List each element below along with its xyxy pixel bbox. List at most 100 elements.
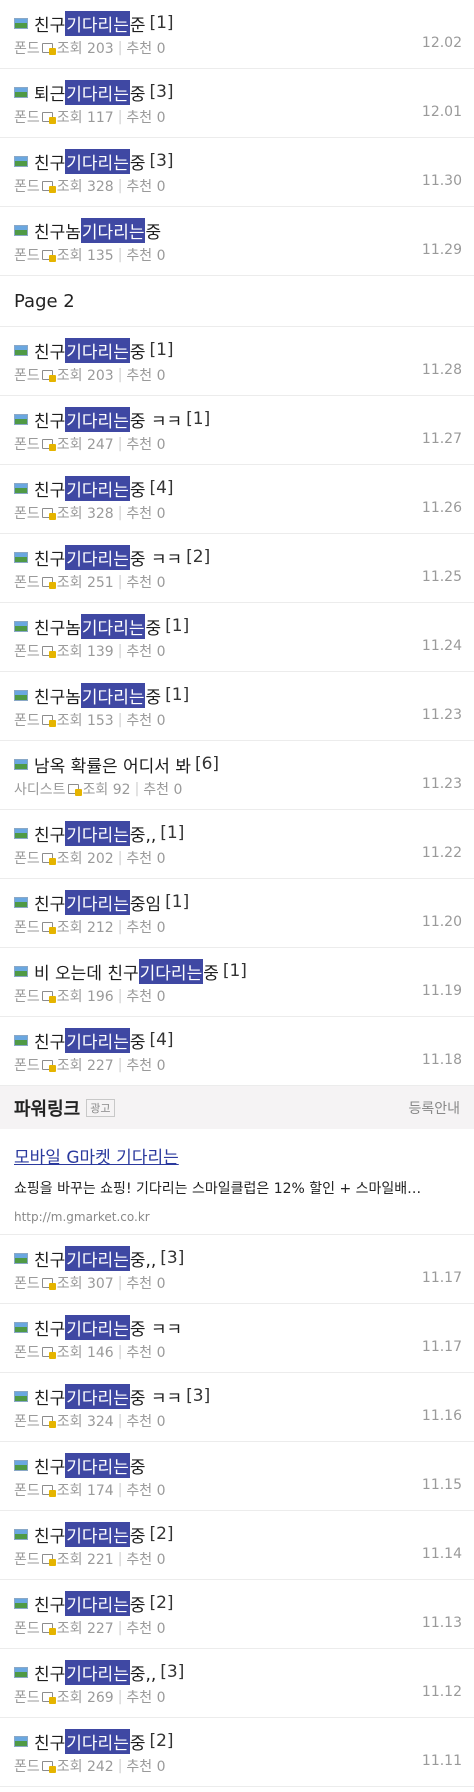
list-item[interactable]: 친구놈 기다리는 중 폰드 조회 135 | 추천 0 11.29 — [0, 207, 474, 276]
ad-title-link[interactable]: 모바일 G마켓 기다리는 — [14, 1143, 460, 1168]
post-title[interactable]: 친구 기다리는 중 [4] — [14, 1026, 460, 1054]
view-count: 조회 153 — [56, 713, 114, 729]
list-item[interactable]: 친구 기다리는 중 [1] 폰드 조회 203 | 추천 0 11.28 — [0, 327, 474, 396]
title-suffix: 중 ㅋㅋ — [129, 1319, 183, 1340]
post-title[interactable]: 친구 기다리는 중 [4] — [14, 474, 460, 502]
post-title[interactable]: 친구 기다리는 중 [2] — [14, 1589, 460, 1617]
list-item[interactable]: 친구 기다리는 중임 [1] 폰드 조회 212 | 추천 0 11.20 — [0, 879, 474, 948]
author-name: 폰드 — [14, 368, 40, 384]
author-name: 폰드 — [14, 1058, 40, 1074]
image-attachment-icon — [14, 1597, 28, 1609]
image-attachment-icon — [14, 1459, 28, 1471]
search-highlight: 기다리는 — [80, 682, 146, 708]
post-title[interactable]: 친구 기다리는 중,, [3] — [14, 1244, 460, 1272]
meta-divider: | — [117, 1758, 123, 1774]
list-item[interactable]: 남옥 확률은 어디서 봐 [6] 사디스트 조회 92 | 추천 0 11.23 — [0, 741, 474, 810]
register-info-link[interactable]: 등록안내 — [408, 1098, 460, 1118]
meta-divider: | — [117, 1275, 123, 1291]
search-highlight: 기다리는 — [138, 958, 204, 984]
post-title[interactable]: 친구놈 기다리는 중 [1] — [14, 612, 460, 640]
powerlink-ad[interactable]: 모바일 G마켓 기다리는 쇼핑을 바꾸는 쇼핑! 기다리는 스마일클럽은 12%… — [0, 1129, 474, 1235]
post-meta: 폰드 조회 117 | 추천 0 — [14, 106, 460, 128]
post-title[interactable]: 친구놈 기다리는 중 — [14, 216, 460, 244]
meta-divider: | — [134, 781, 140, 797]
meta-divider: | — [117, 505, 123, 521]
post-title[interactable]: 친구 기다리는 중,, [3] — [14, 1658, 460, 1686]
comment-count: [3] — [186, 1386, 211, 1406]
post-title[interactable]: 친구 기다리는 중,, [1] — [14, 819, 460, 847]
list-item[interactable]: 친구놈 기다리는 중 [1] 폰드 조회 153 | 추천 0 11.23 — [0, 672, 474, 741]
member-level-icon — [41, 1278, 56, 1290]
post-title[interactable]: 친구 기다리는 중임 [1] — [14, 888, 460, 916]
image-attachment-icon — [14, 551, 28, 563]
post-date: 11.17 — [421, 1339, 462, 1355]
list-item[interactable]: 친구 기다리는 중 폰드 조회 174 | 추천 0 11.15 — [0, 1442, 474, 1511]
post-title[interactable]: 친구 기다리는 중 [2] — [14, 1520, 460, 1548]
recommend-count: 추천 0 — [126, 989, 166, 1005]
post-title[interactable]: 친구 기다리는 중 [2] — [14, 1727, 460, 1755]
list-item[interactable]: 친구 기다리는 중,, [3] 폰드 조회 269 | 추천 0 11.12 — [0, 1649, 474, 1718]
comment-count: [3] — [149, 151, 174, 171]
list-item[interactable]: 친구 기다리는 중,, [3] 폰드 조회 307 | 추천 0 11.17 — [0, 1235, 474, 1304]
post-title[interactable]: 친구 기다리는 중 [1] — [14, 336, 460, 364]
list-item[interactable]: 친구놈 기다리는 중 [1] 폰드 조회 139 | 추천 0 11.24 — [0, 603, 474, 672]
list-item[interactable]: 친구 기다리는 중 ㅋㅋ 폰드 조회 146 | 추천 0 11.17 — [0, 1304, 474, 1373]
title-text: 친구 — [34, 153, 66, 174]
post-title[interactable]: 남옥 확률은 어디서 봐 [6] — [14, 750, 460, 778]
post-title[interactable]: 친구 기다리는 준 [1] — [14, 9, 460, 37]
author-name: 폰드 — [14, 851, 40, 867]
list-item[interactable]: 친구 기다리는 중 [4] 폰드 조회 227 | 추천 0 11.18 — [0, 1017, 474, 1086]
member-level-icon — [41, 646, 56, 658]
post-title[interactable]: 친구 기다리는 중 ㅋㅋ [1] — [14, 405, 460, 433]
post-title[interactable]: 친구 기다리는 중 ㅋㅋ [2] — [14, 543, 460, 571]
post-title[interactable]: 친구 기다리는 중 — [14, 1451, 460, 1479]
search-highlight: 기다리는 — [65, 1027, 130, 1053]
view-count: 조회 135 — [56, 248, 114, 264]
post-meta: 폰드 조회 146 | 추천 0 — [14, 1341, 460, 1363]
post-title[interactable]: 친구 기다리는 중 [3] — [14, 147, 460, 175]
post-date: 11.28 — [421, 362, 462, 378]
list-item[interactable]: 친구 기다리는 중 [2] 폰드 조회 227 | 추천 0 11.13 — [0, 1580, 474, 1649]
author-name: 폰드 — [14, 1276, 40, 1292]
title-suffix: 중임 — [129, 894, 162, 915]
post-meta: 폰드 조회 242 | 추천 0 — [14, 1755, 460, 1777]
post-meta: 폰드 조회 324 | 추천 0 — [14, 1410, 460, 1432]
list-item[interactable]: 친구 기다리는 중 [2] 폰드 조회 242 | 추천 0 11.11 — [0, 1718, 474, 1787]
recommend-count: 추천 0 — [126, 713, 166, 729]
author-name: 폰드 — [14, 248, 40, 264]
author-name: 폰드 — [14, 41, 40, 57]
list-item[interactable]: 친구 기다리는 중 ㅋㅋ [1] 폰드 조회 247 | 추천 0 11.27 — [0, 396, 474, 465]
author-name: 폰드 — [14, 1621, 40, 1637]
title-text: 친구 — [34, 549, 66, 570]
title-text: 친구 — [34, 894, 66, 915]
post-meta: 폰드 조회 227 | 추천 0 — [14, 1617, 460, 1639]
recommend-count: 추천 0 — [126, 1621, 166, 1637]
post-meta: 폰드 조회 221 | 추천 0 — [14, 1548, 460, 1570]
title-text: 친구 — [34, 1457, 66, 1478]
title-suffix: 중 — [129, 153, 146, 174]
powerlink-title-wrap: 파워링크 광고 — [14, 1095, 115, 1121]
meta-divider: | — [117, 367, 123, 383]
list-item[interactable]: 친구 기다리는 중 [2] 폰드 조회 221 | 추천 0 11.14 — [0, 1511, 474, 1580]
post-title[interactable]: 친구 기다리는 중 ㅋㅋ [3] — [14, 1382, 460, 1410]
search-highlight: 기다리는 — [65, 1245, 130, 1271]
list-item[interactable]: 친구 기다리는 중 ㅋㅋ [2] 폰드 조회 251 | 추천 0 11.25 — [0, 534, 474, 603]
list-item[interactable]: 친구 기다리는 중 [3] 폰드 조회 328 | 추천 0 11.30 — [0, 138, 474, 207]
list-item[interactable]: 퇴근 기다리는 중 [3] 폰드 조회 117 | 추천 0 12.01 — [0, 69, 474, 138]
member-level-icon — [41, 715, 56, 727]
post-title[interactable]: 비 오는데 친구 기다리는 중 [1] — [14, 957, 460, 985]
list-item[interactable]: 비 오는데 친구 기다리는 중 [1] 폰드 조회 196 | 추천 0 11.19 — [0, 948, 474, 1017]
post-title[interactable]: 퇴근 기다리는 중 [3] — [14, 78, 460, 106]
list-item[interactable]: 친구 기다리는 중 [4] 폰드 조회 328 | 추천 0 11.26 — [0, 465, 474, 534]
meta-divider: | — [117, 436, 123, 452]
post-title[interactable]: 친구 기다리는 중 ㅋㅋ — [14, 1313, 460, 1341]
image-attachment-icon — [14, 17, 28, 29]
list-item[interactable]: 친구 기다리는 중,, [1] 폰드 조회 202 | 추천 0 11.22 — [0, 810, 474, 879]
list-item[interactable]: 친구 기다리는 중 ㅋㅋ [3] 폰드 조회 324 | 추천 0 11.16 — [0, 1373, 474, 1442]
post-title[interactable]: 친구놈 기다리는 중 [1] — [14, 681, 460, 709]
search-highlight: 기다리는 — [65, 475, 130, 501]
image-attachment-icon — [14, 413, 28, 425]
image-attachment-icon — [14, 86, 28, 98]
image-attachment-icon — [14, 1390, 28, 1402]
list-item[interactable]: 친구 기다리는 준 [1] 폰드 조회 203 | 추천 0 12.02 — [0, 0, 474, 69]
